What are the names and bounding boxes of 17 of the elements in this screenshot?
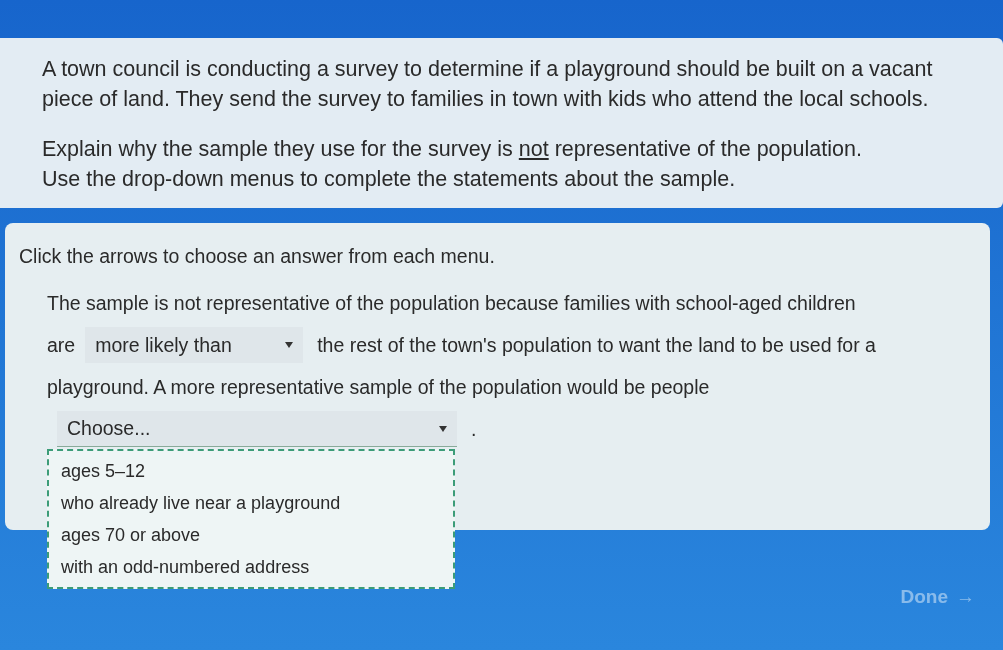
direction-text: Use the drop-down menus to complete the statements about the sample.: [42, 166, 737, 193]
question-text: A town council is conducting a survey to determine if a playground should be built on a vacant piece of land. They send the survey to families in town with kids who attend the local schools.: [42, 56, 934, 113]
sentence-text: the rest of the town's population to want the land to be used for a: [317, 333, 876, 357]
caret-icon: [439, 425, 447, 432]
sentence-text: .: [471, 417, 477, 441]
dropdown-option[interactable]: ages 70 or above: [49, 519, 453, 551]
instruction-text: Explain why the sample they use for the survey is not representative of the population.: [42, 136, 863, 163]
dropdown-option[interactable]: ages 5–12: [49, 455, 453, 487]
caret-icon: [285, 342, 294, 348]
dropdown-option[interactable]: with an odd-numbered address: [49, 551, 453, 583]
hint-text: Click the arrows to choose an answer from each menu.: [19, 245, 496, 268]
dropdown-select[interactable]: more likely than: [85, 327, 304, 363]
sentence-text: The sample is not representative of the population because families with school-aged children: [47, 291, 856, 315]
sentence-text: playground. A more representative sample of the population would be people: [47, 375, 710, 399]
dropdown-select[interactable]: Choose...: [57, 411, 457, 447]
sentence-text: are: [47, 333, 76, 357]
dropdown-option[interactable]: who already live near a playground: [49, 487, 453, 519]
